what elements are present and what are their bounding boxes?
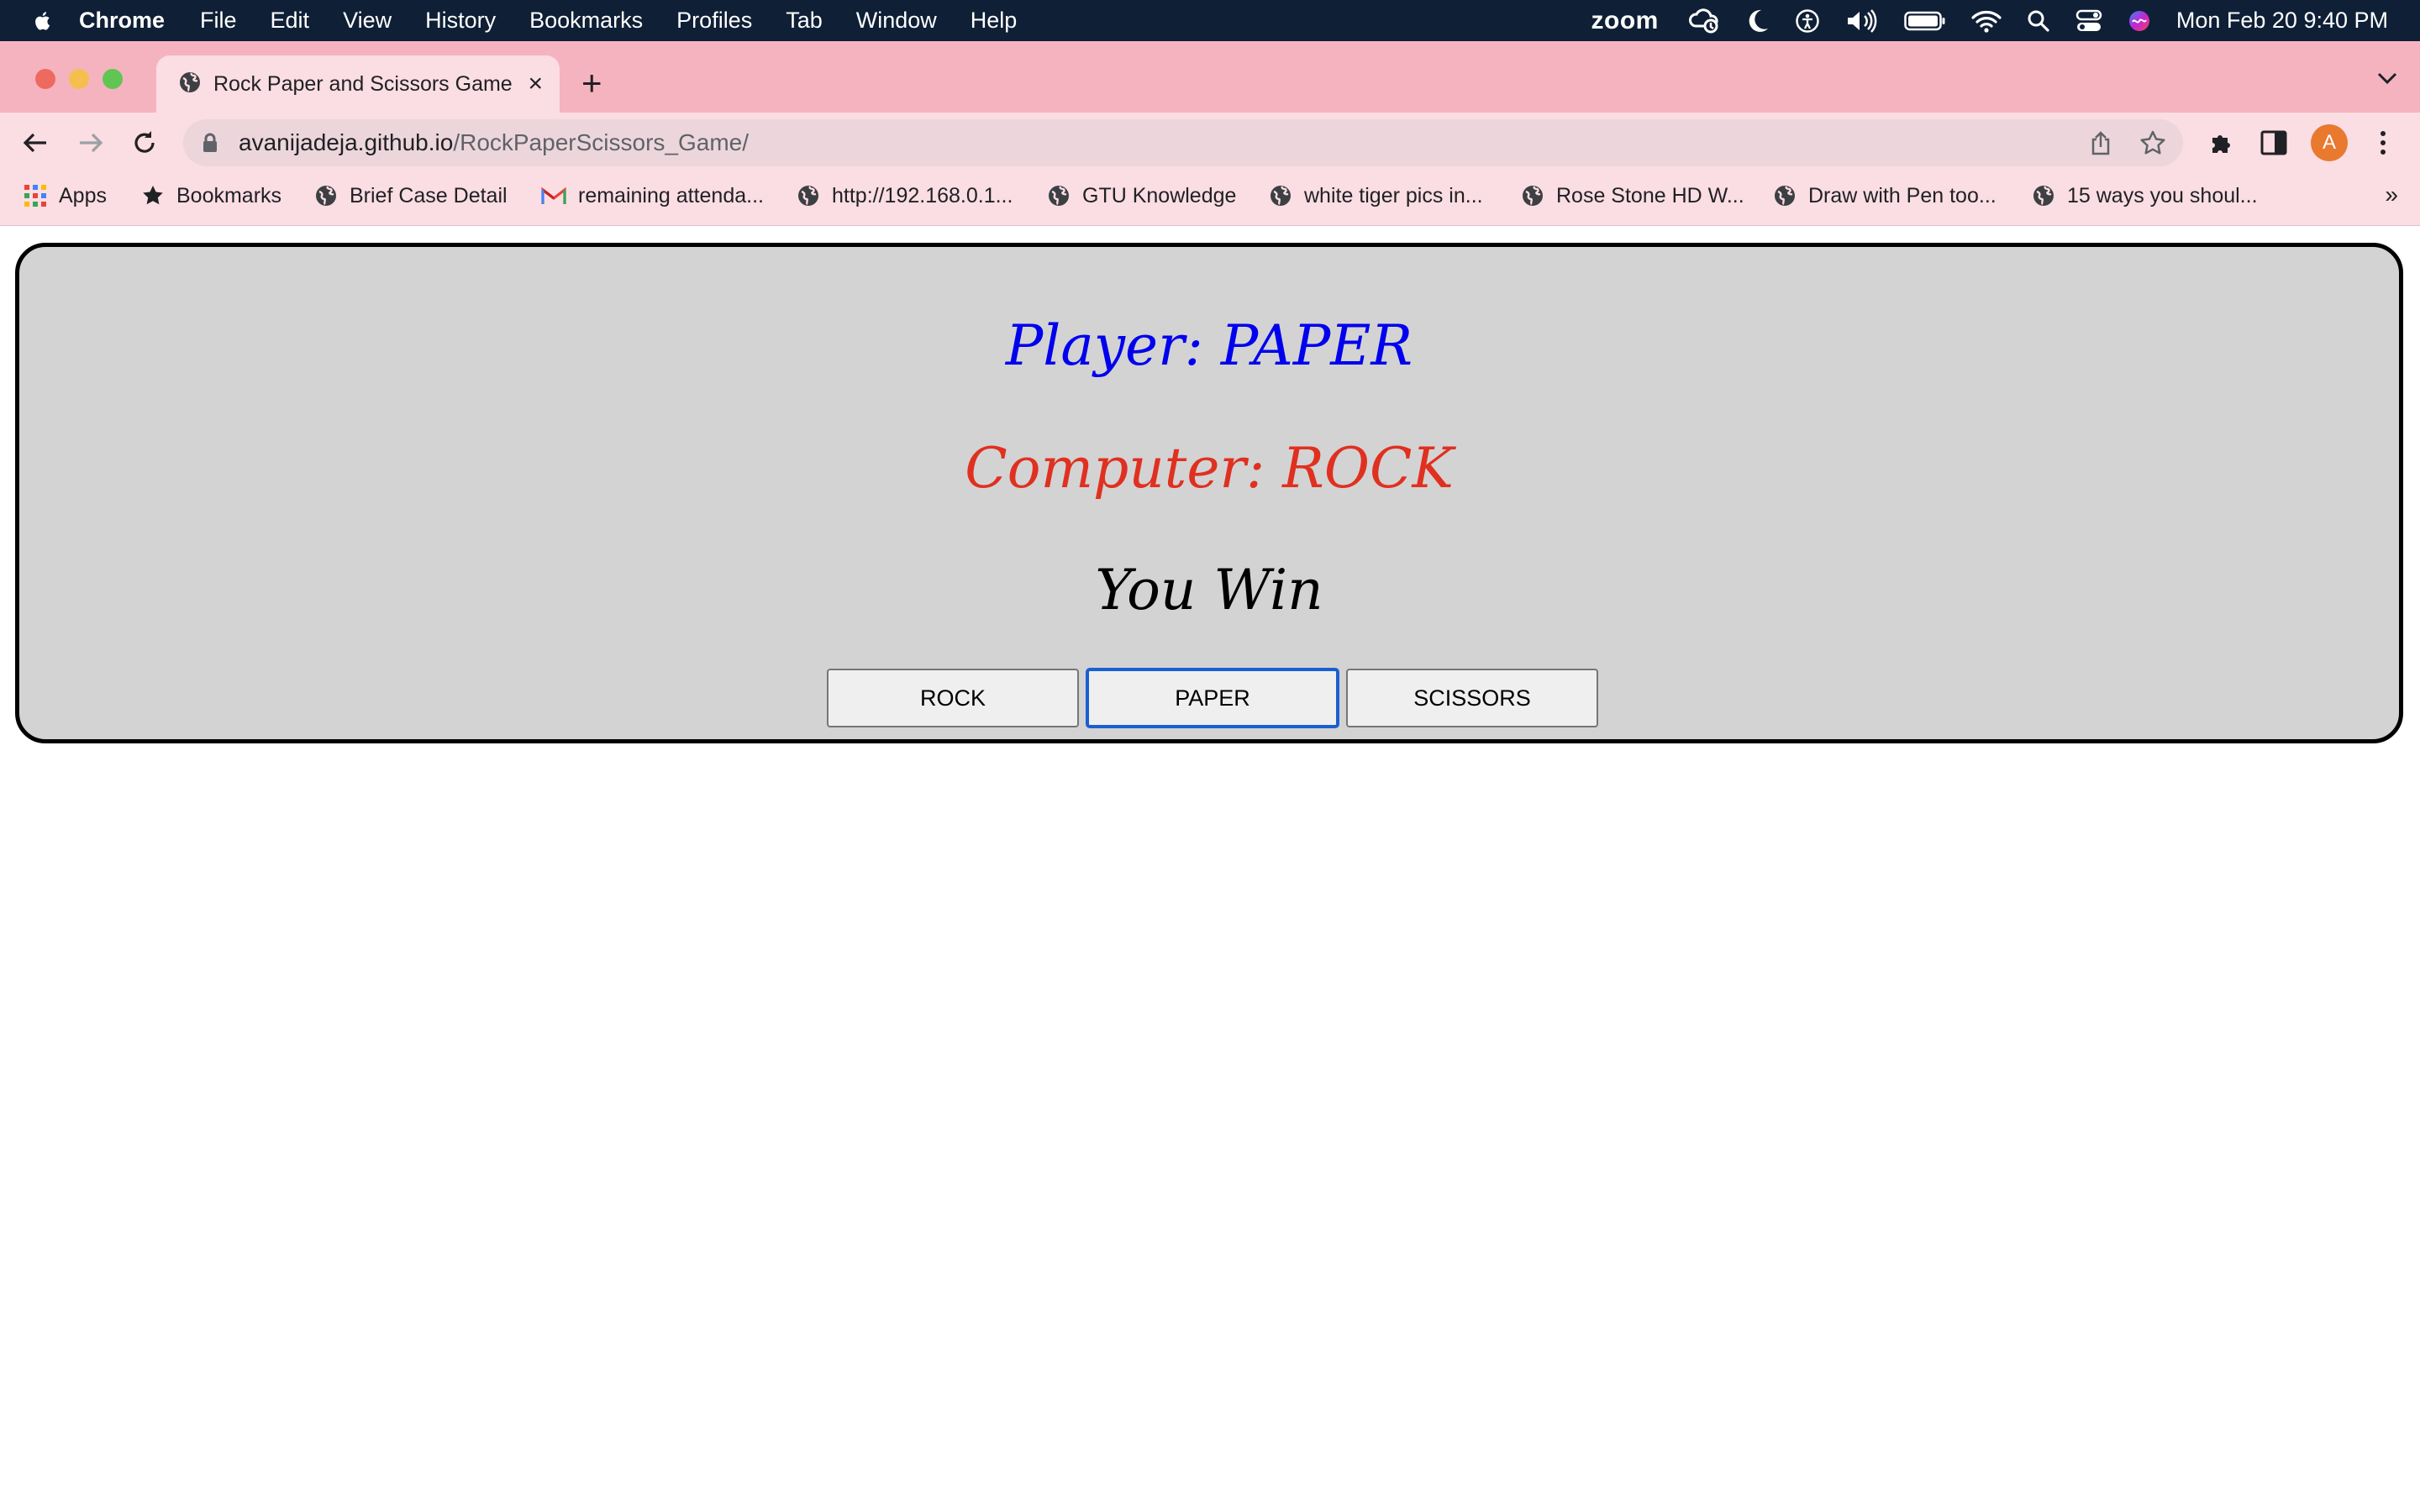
globe-icon — [1773, 184, 1797, 207]
gmail-icon — [541, 186, 566, 206]
globe-icon — [1521, 184, 1544, 207]
accessibility-icon[interactable] — [1795, 0, 1820, 41]
bookmark-apps[interactable]: Apps — [24, 183, 107, 208]
game-panel: Player: PAPER Computer: ROCK You Win ROC… — [15, 243, 2403, 743]
tab-search-chevron-icon[interactable] — [2376, 71, 2398, 90]
bookmark-label: http://192.168.0.1... — [832, 183, 1013, 207]
menu-help[interactable]: Help — [971, 8, 1018, 34]
bookmark-label: GTU Knowledge — [1082, 183, 1237, 207]
bookmark-bookmarks[interactable]: Bookmarks — [141, 183, 281, 208]
bookmark-white-tiger[interactable]: white tiger pics in... — [1269, 183, 1483, 208]
bookmarks-overflow-chevron-icon[interactable]: » — [2385, 181, 2398, 208]
spotlight-search-icon[interactable] — [2027, 0, 2050, 41]
bookmark-label: Draw with Pen too... — [1808, 183, 1996, 207]
profile-avatar[interactable]: A — [2311, 124, 2348, 161]
player-choice-text: Player: PAPER — [1005, 313, 1413, 378]
url-text[interactable]: avanijadeja.github.io/RockPaperScissors_… — [239, 129, 749, 156]
url-path: /RockPaperScissors_Game/ — [453, 129, 749, 155]
globe-icon — [1269, 184, 1292, 207]
moon-icon[interactable] — [1746, 0, 1770, 41]
rock-button[interactable]: ROCK — [827, 669, 1079, 727]
window-minimize-button[interactable] — [69, 69, 89, 89]
tab-title: Rock Paper and Scissors Game — [213, 71, 513, 96]
tab-active[interactable]: Rock Paper and Scissors Game × — [156, 55, 560, 113]
globe-icon — [178, 71, 202, 98]
globe-icon — [2032, 184, 2055, 207]
bookmark-label: Apps — [59, 183, 107, 207]
address-bar[interactable]: avanijadeja.github.io/RockPaperScissors_… — [183, 119, 2183, 166]
siri-icon[interactable] — [2128, 0, 2151, 41]
computer-choice-text: Computer: ROCK — [965, 436, 1454, 501]
wifi-icon[interactable] — [1971, 0, 2002, 41]
control-center-icon[interactable] — [2075, 0, 2102, 41]
menu-window[interactable]: Window — [856, 8, 937, 34]
more-menu-icon[interactable] — [2368, 128, 2398, 158]
window-close-button[interactable] — [35, 69, 55, 89]
bookmark-label: 15 ways you shoul... — [2067, 183, 2258, 207]
macos-menu-bar: Chrome File Edit View History Bookmarks … — [0, 0, 2420, 41]
bookmark-local-ip[interactable]: http://192.168.0.1... — [797, 183, 1013, 208]
share-icon[interactable] — [2087, 129, 2114, 156]
menu-history[interactable]: History — [425, 8, 496, 34]
window-maximize-button[interactable] — [103, 69, 123, 89]
new-tab-button[interactable]: + — [581, 64, 602, 102]
globe-icon — [797, 184, 820, 207]
bookmark-brief-case-detail[interactable]: Brief Case Detail — [314, 183, 508, 208]
bookmark-15-ways[interactable]: 15 ways you shoul... — [2032, 183, 2258, 208]
menu-app-chrome[interactable]: Chrome — [79, 8, 165, 34]
menu-view[interactable]: View — [343, 8, 392, 34]
bookmark-label: Bookmarks — [176, 183, 282, 207]
apps-grid-icon — [24, 184, 47, 207]
cloud-status-icon[interactable] — [1687, 0, 1721, 41]
scissors-button[interactable]: SCISSORS — [1346, 669, 1598, 727]
battery-icon[interactable] — [1904, 0, 1946, 41]
side-panel-icon[interactable] — [2259, 128, 2289, 158]
lock-icon[interactable] — [202, 133, 218, 157]
reload-icon[interactable] — [129, 128, 160, 158]
back-arrow-icon[interactable] — [20, 128, 50, 158]
menubar-clock[interactable]: Mon Feb 20 9:40 PM — [2176, 8, 2388, 34]
tab-close-icon[interactable]: × — [528, 70, 543, 98]
menu-bookmarks[interactable]: Bookmarks — [529, 8, 643, 34]
bookmark-gtu-knowledge[interactable]: GTU Knowledge — [1047, 183, 1236, 208]
url-host: avanijadeja.github.io — [239, 129, 454, 155]
apple-logo-icon[interactable] — [34, 6, 50, 36]
paper-button[interactable]: PAPER — [1086, 669, 1339, 727]
menu-profiles[interactable]: Profiles — [676, 8, 752, 34]
bookmark-label: Brief Case Detail — [350, 183, 508, 207]
menubar-status-area: zoom Mon Feb 20 9:40 PM — [1591, 0, 2420, 41]
menu-tab[interactable]: Tab — [786, 8, 823, 34]
menu-edit[interactable]: Edit — [271, 8, 310, 34]
bookmark-label: Rose Stone HD W... — [1556, 183, 1744, 207]
globe-icon — [314, 184, 338, 207]
bookmark-label: white tiger pics in... — [1304, 183, 1483, 207]
forward-arrow-icon[interactable] — [76, 128, 106, 158]
globe-icon — [1047, 184, 1071, 207]
result-text: You Win — [1095, 558, 1323, 622]
bookmark-draw-with-pen[interactable]: Draw with Pen too... — [1773, 183, 1996, 208]
zoom-icon[interactable]: zoom — [1591, 7, 1659, 35]
bookmark-rose-stone[interactable]: Rose Stone HD W... — [1521, 183, 1744, 208]
bookmark-star-icon[interactable] — [2139, 129, 2166, 156]
volume-icon[interactable] — [1845, 0, 1879, 41]
bookmark-label: remaining attenda... — [578, 183, 764, 207]
star-icon — [141, 184, 165, 207]
extensions-puzzle-icon[interactable] — [2207, 128, 2237, 158]
bookmark-remaining-attendance[interactable]: remaining attenda... — [541, 183, 764, 208]
menu-file[interactable]: File — [200, 8, 237, 34]
